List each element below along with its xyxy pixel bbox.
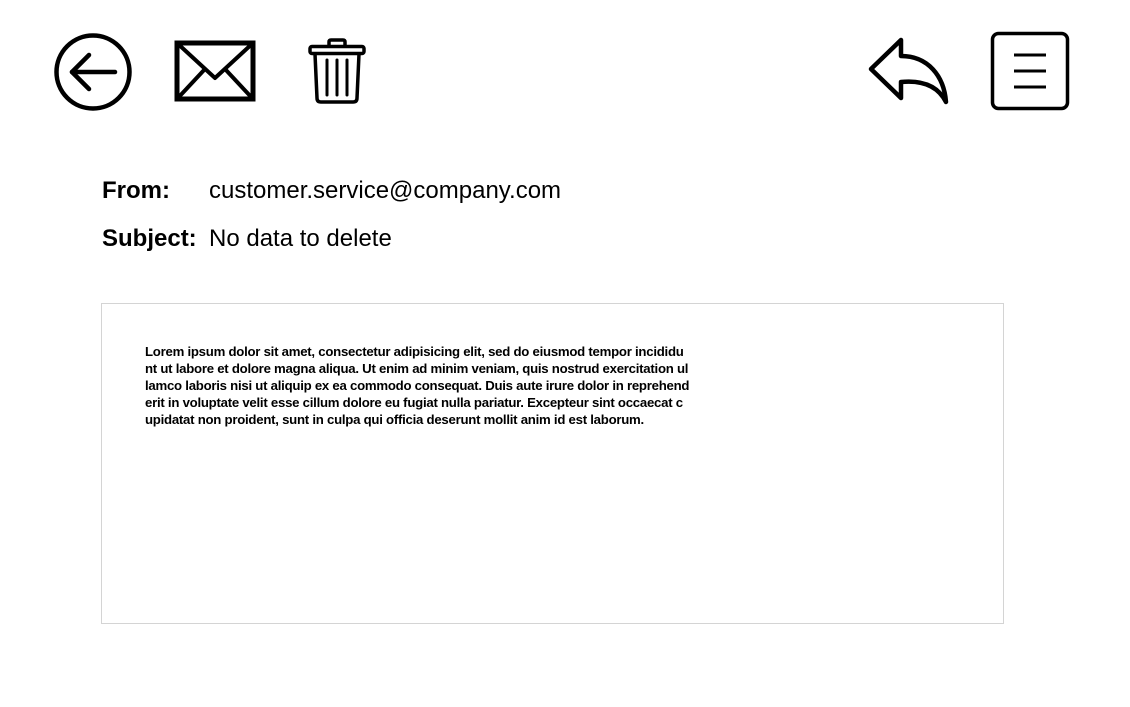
envelope-icon <box>174 40 256 102</box>
from-address: customer.service@company.com <box>209 177 562 204</box>
message-text: Lorem ipsum dolor sit amet, consectetur … <box>145 344 690 427</box>
delete-button[interactable] <box>306 37 368 105</box>
subject-row: Subject: No data to delete <box>102 224 392 254</box>
trash-icon <box>308 38 366 104</box>
reply-arrow-icon <box>868 37 949 105</box>
menu-button[interactable] <box>990 31 1070 111</box>
from-label: From: <box>102 177 170 204</box>
arrow-left-circle-icon <box>54 33 132 111</box>
hamburger-menu-icon <box>990 31 1070 111</box>
message-body: Lorem ipsum dolor sit amet, consectetur … <box>101 303 1004 624</box>
subject-text: No data to delete <box>209 225 392 252</box>
subject-label: Subject: <box>102 225 197 252</box>
mail-button[interactable] <box>174 40 256 102</box>
back-button[interactable] <box>53 32 133 112</box>
reply-button[interactable] <box>866 36 950 106</box>
from-row: From: customer.service@company.com <box>102 176 561 206</box>
